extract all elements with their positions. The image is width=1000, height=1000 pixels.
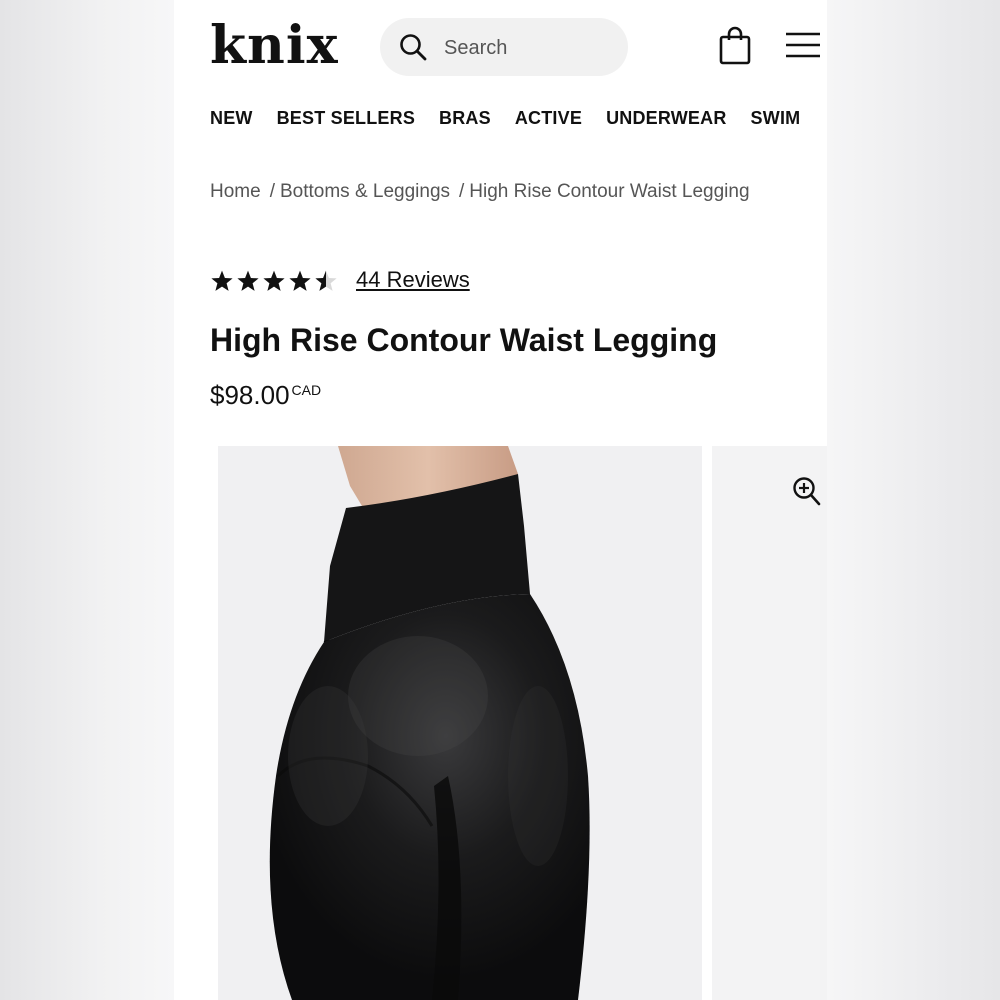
legging-photo xyxy=(269,446,590,1000)
category-nav: NEW BEST SELLERS BRAS ACTIVE UNDERWEAR SWIM xyxy=(210,108,824,136)
breadcrumb-separator: / xyxy=(269,181,275,202)
breadcrumb: Home / Bottoms & Leggings / High Rise Contou… xyxy=(210,176,790,207)
nav-item-bras[interactable]: BRAS xyxy=(439,108,491,129)
nav-item-best-sellers[interactable]: BEST SELLERS xyxy=(277,108,415,129)
search-input[interactable] xyxy=(442,18,616,78)
breadcrumb-bottoms-leggings[interactable]: Bottoms & Leggings xyxy=(280,181,450,202)
price-amount: $98.00 xyxy=(210,380,290,410)
zoom-in-icon[interactable] xyxy=(792,476,822,508)
product-page: knix NEW BEST SELLERS BRAS ACTIVE UNDERWEAR S… xyxy=(174,0,827,1000)
breadcrumb-separator: / xyxy=(459,181,465,202)
star-rating xyxy=(211,270,337,291)
price-currency: CAD xyxy=(291,382,322,398)
breadcrumb-home[interactable]: Home xyxy=(210,181,261,202)
product-image-next[interactable] xyxy=(712,446,827,1000)
breadcrumb-current-product: High Rise Contour Waist Legging xyxy=(469,181,750,202)
nav-item-new[interactable]: NEW xyxy=(210,108,253,129)
star-icon xyxy=(211,270,233,291)
search-bar[interactable] xyxy=(380,18,628,78)
star-icon xyxy=(289,270,311,291)
star-icon xyxy=(237,270,259,291)
product-title: High Rise Contour Waist Legging xyxy=(210,322,718,358)
shopping-bag-icon[interactable] xyxy=(718,26,752,66)
product-image-main[interactable] xyxy=(218,446,702,1000)
star-icon xyxy=(263,270,285,291)
brand-logo[interactable]: knix xyxy=(210,16,339,76)
right-backdrop xyxy=(827,0,1000,1000)
hamburger-menu-icon[interactable] xyxy=(784,30,822,60)
half-star-icon xyxy=(315,270,337,291)
nav-item-active[interactable]: ACTIVE xyxy=(515,108,582,129)
product-price: $98.00 CAD xyxy=(210,380,321,411)
reviews-link[interactable]: 44 Reviews xyxy=(356,267,470,293)
product-rating: 44 Reviews xyxy=(210,266,470,298)
search-icon[interactable] xyxy=(398,32,428,62)
nav-item-swim[interactable]: SWIM xyxy=(751,108,801,129)
nav-item-underwear[interactable]: UNDERWEAR xyxy=(606,108,726,129)
